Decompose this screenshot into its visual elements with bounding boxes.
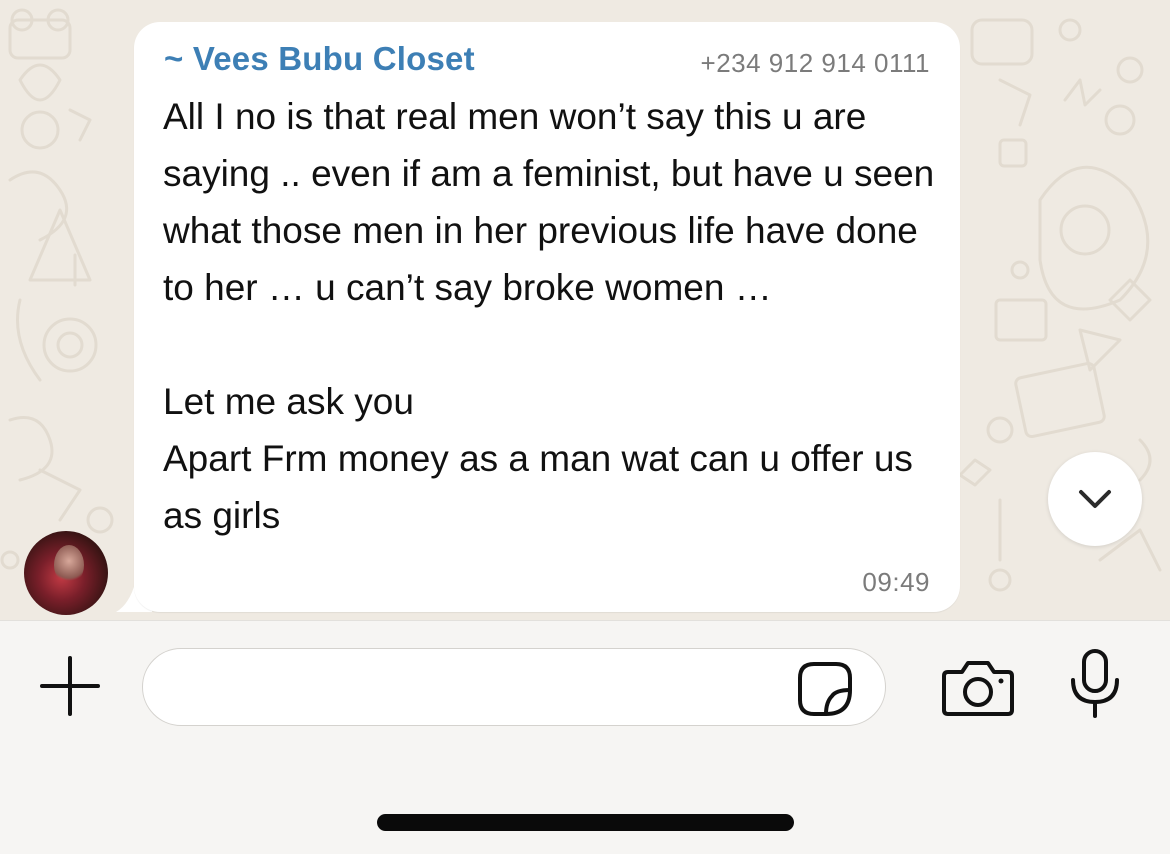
plus-icon (40, 656, 100, 716)
chevron-down-icon (1079, 490, 1111, 508)
attach-button[interactable] (38, 654, 102, 718)
message-text: All I no is that real men won’t say this… (163, 96, 935, 536)
message-input[interactable] (142, 648, 886, 726)
scroll-to-bottom-button[interactable] (1048, 452, 1142, 546)
sticker-icon (798, 662, 852, 716)
sticker-button[interactable] (796, 660, 854, 718)
sender-phone[interactable]: +234 912 914 0111 (701, 48, 930, 79)
message-timestamp: 09:49 (862, 567, 930, 597)
sender-avatar[interactable] (24, 531, 108, 615)
home-indicator[interactable] (377, 814, 794, 831)
chat-screen: ~ Vees Bubu Closet +234 912 914 0111 All… (0, 0, 1170, 854)
message-bubble[interactable]: ~ Vees Bubu Closet +234 912 914 0111 All… (134, 22, 960, 612)
chat-message-area[interactable]: ~ Vees Bubu Closet +234 912 914 0111 All… (0, 0, 1170, 620)
camera-icon (942, 661, 1014, 716)
sender-name[interactable]: ~ Vees Bubu Closet (164, 40, 475, 78)
microphone-icon (1071, 649, 1119, 718)
voice-message-button[interactable] (1064, 648, 1126, 720)
camera-button[interactable] (940, 656, 1016, 718)
